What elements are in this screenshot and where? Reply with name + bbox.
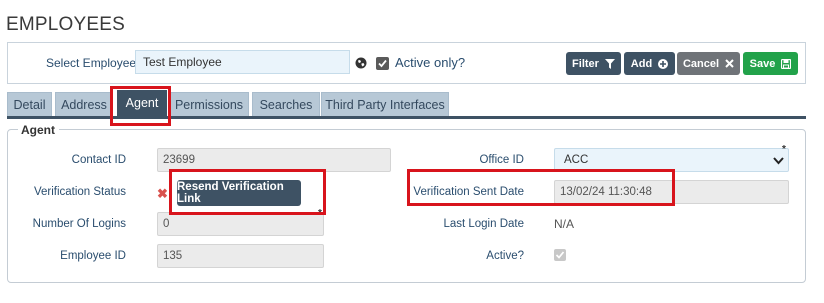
employee-select-panel: Select Employee: Active only? Filter Add… — [7, 42, 806, 84]
active-checkbox — [554, 249, 566, 261]
active-label: Active? — [486, 250, 524, 262]
contact-id-label: Contact ID — [71, 154, 126, 166]
tab-address[interactable]: Address — [55, 92, 113, 116]
verification-status-label: Verification Status — [33, 186, 126, 198]
floppy-disk-icon — [781, 58, 792, 69]
save-button[interactable]: Save — [743, 52, 798, 75]
agent-legend: Agent — [18, 123, 59, 137]
not-verified-x-icon: ✖ — [157, 186, 168, 201]
last-login-date-label: Last Login Date — [443, 218, 524, 230]
office-id-label: Office ID — [479, 154, 524, 166]
page-title: EMPLOYEES — [6, 14, 126, 35]
tab-permissions[interactable]: Permissions — [169, 92, 249, 116]
tab-third-party-interfaces[interactable]: Third Party Interfaces — [321, 92, 449, 116]
plus-circle-icon — [658, 58, 669, 69]
tab-detail[interactable]: Detail — [7, 92, 52, 116]
globe-icon[interactable] — [355, 57, 367, 69]
chevron-down-icon — [773, 157, 784, 165]
filter-button-label: Filter — [572, 57, 599, 70]
active-only-label: Active only? — [395, 55, 466, 70]
select-employee-label: Select Employee: — [46, 56, 140, 70]
verification-date-highlight — [407, 169, 675, 206]
cancel-button-label: Cancel — [682, 57, 720, 70]
required-marker: * — [782, 144, 786, 155]
cancel-button[interactable]: Cancel — [677, 52, 740, 75]
add-button[interactable]: Add — [624, 52, 675, 75]
employee-search-input[interactable] — [135, 50, 350, 74]
add-button-label: Add — [630, 57, 653, 70]
filter-button[interactable]: Filter — [566, 52, 621, 75]
office-id-value: ACC — [564, 154, 589, 166]
filter-icon — [604, 58, 615, 69]
active-only-checkbox[interactable] — [376, 57, 389, 70]
number-of-logins-label: Number Of Logins — [32, 218, 126, 230]
close-icon — [725, 59, 734, 68]
number-of-logins-field: 0 — [157, 212, 324, 236]
employee-id-label: Employee ID — [60, 250, 126, 262]
save-button-label: Save — [749, 57, 776, 70]
agent-tab-highlight — [110, 86, 171, 126]
employee-id-field: 135 — [157, 244, 324, 268]
resend-button-highlight — [169, 169, 326, 215]
last-login-date-value: N/A — [554, 217, 575, 231]
tab-searches[interactable]: Searches — [252, 92, 320, 116]
